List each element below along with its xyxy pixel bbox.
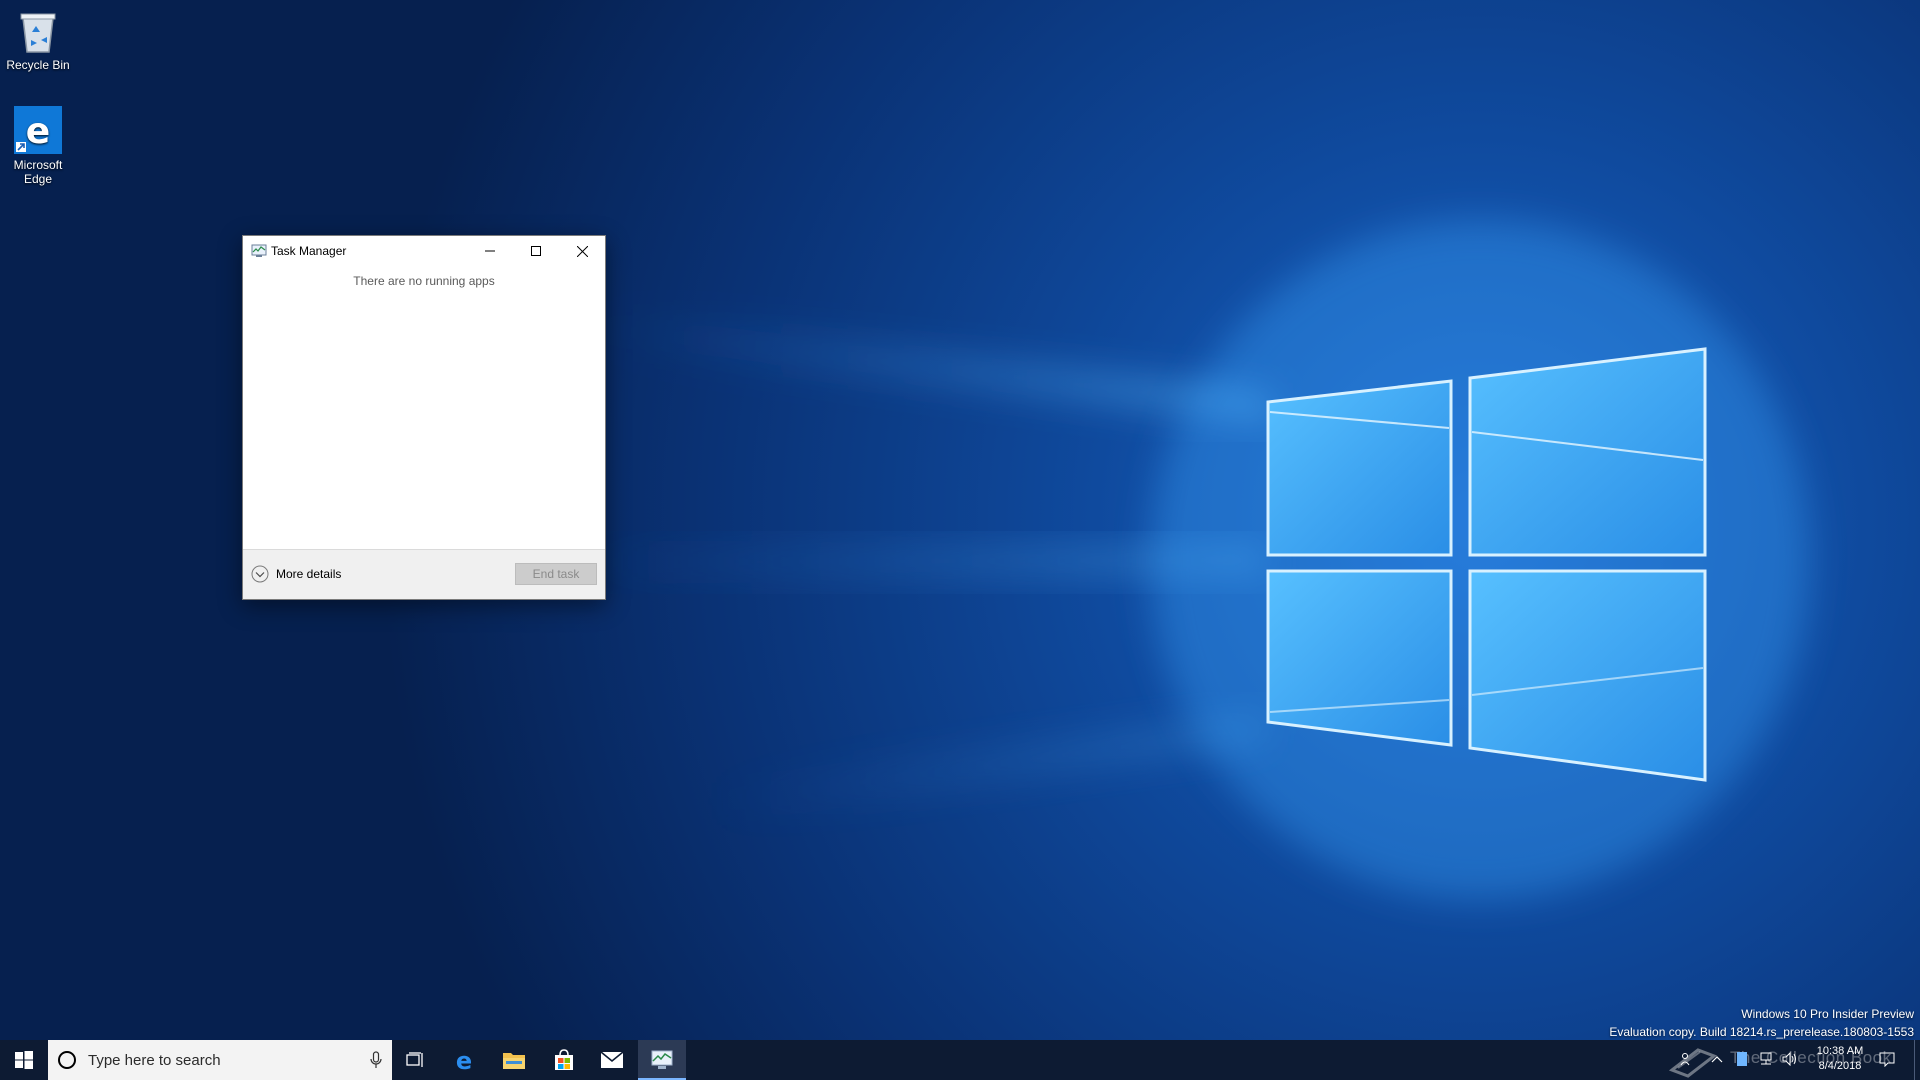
edge-icon: e xyxy=(14,106,62,154)
task-manager-icon xyxy=(251,244,267,257)
network-button[interactable] xyxy=(1757,1050,1775,1068)
notification-icon xyxy=(1879,1052,1895,1067)
build-watermark: Windows 10 Pro Insider Preview Evaluatio… xyxy=(1609,1005,1914,1041)
end-task-button[interactable]: End task xyxy=(515,563,597,585)
end-task-label: End task xyxy=(532,567,580,581)
desktop: Recycle Bin e Microsoft Edge Task Manage… xyxy=(0,0,1920,1080)
people-icon xyxy=(1680,1053,1690,1066)
recycle-bin-icon xyxy=(20,13,56,53)
taskbar-store-button[interactable] xyxy=(540,1040,588,1080)
window-title: Task Manager xyxy=(271,244,347,258)
watermark-edition: Windows 10 Pro Insider Preview xyxy=(1741,1007,1914,1021)
clock-date: 8/4/2018 xyxy=(1818,1060,1862,1072)
file-explorer-icon xyxy=(503,1053,525,1069)
taskbar-file-explorer-button[interactable] xyxy=(490,1040,538,1080)
desktop-icon-label: Microsoft Edge xyxy=(13,158,63,186)
close-button[interactable] xyxy=(559,236,605,266)
tray-app-button[interactable] xyxy=(1733,1050,1751,1068)
mail-icon xyxy=(600,1051,624,1068)
maximize-button[interactable] xyxy=(513,236,559,266)
taskbar-edge-button[interactable]: e xyxy=(440,1040,488,1080)
show-hidden-icons-button[interactable] xyxy=(1708,1050,1726,1068)
more-details-label: More details xyxy=(276,567,342,581)
network-icon xyxy=(1760,1052,1772,1065)
close-icon xyxy=(576,245,588,257)
task-manager-icon xyxy=(651,1050,673,1069)
taskbar: Type here to search e The Collection Boo… xyxy=(0,1040,1920,1080)
empty-message: There are no running apps xyxy=(353,274,495,288)
desktop-icon-label: Recycle Bin xyxy=(6,58,70,72)
task-view-icon xyxy=(406,1052,423,1067)
taskbar-mail-button[interactable] xyxy=(588,1040,636,1080)
more-details-button[interactable]: More details xyxy=(251,565,341,583)
title-bar[interactable]: Task Manager xyxy=(243,236,605,266)
tray-app-icon xyxy=(1737,1052,1747,1066)
people-button[interactable] xyxy=(1678,1050,1696,1068)
edge-icon: e xyxy=(456,1048,472,1072)
clock[interactable]: 10:38 AM 8/4/2018 xyxy=(1795,1044,1885,1074)
window-footer: More details End task xyxy=(243,549,605,599)
start-button[interactable] xyxy=(0,1040,48,1080)
desktop-icon-recycle-bin[interactable]: Recycle Bin xyxy=(0,8,76,72)
minimize-icon xyxy=(485,250,495,252)
task-view-button[interactable] xyxy=(392,1040,440,1080)
taskbar-task-manager-button[interactable] xyxy=(638,1040,686,1080)
chevron-down-icon xyxy=(251,565,269,583)
clock-time: 10:38 AM xyxy=(1816,1045,1864,1057)
search-input[interactable]: Type here to search xyxy=(88,1052,221,1069)
action-center-button[interactable] xyxy=(1878,1050,1896,1068)
desktop-icon-edge[interactable]: e Microsoft Edge xyxy=(0,106,76,186)
watermark-build: Evaluation copy. Build 18214.rs_prerelea… xyxy=(1609,1025,1914,1039)
store-icon xyxy=(555,1049,573,1070)
windows-logo-icon xyxy=(15,1051,33,1069)
cortana-icon xyxy=(58,1051,76,1069)
svg-text:e: e xyxy=(456,1048,472,1072)
svg-text:e: e xyxy=(26,111,50,152)
search-box[interactable]: Type here to search xyxy=(48,1040,392,1080)
chevron-up-icon xyxy=(1711,1056,1723,1063)
minimize-button[interactable] xyxy=(467,236,513,266)
app-list: There are no running apps xyxy=(243,266,605,549)
task-manager-window[interactable]: Task Manager There are no running apps M… xyxy=(242,235,606,600)
show-desktop-button[interactable] xyxy=(1914,1040,1920,1080)
maximize-icon xyxy=(531,246,541,256)
microphone-icon[interactable] xyxy=(370,1051,382,1069)
